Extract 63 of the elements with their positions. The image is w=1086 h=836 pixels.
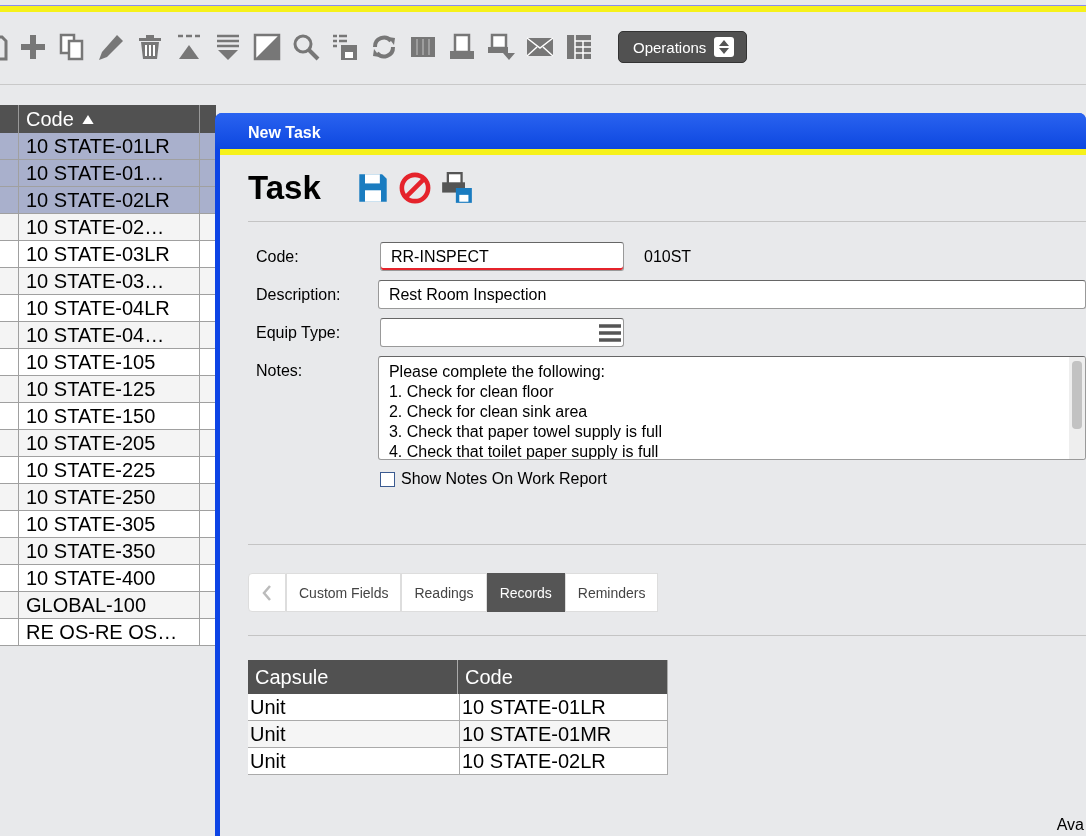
heading: Task xyxy=(248,169,321,207)
table-cell-text: 10 STATE-305 xyxy=(25,512,157,537)
field-label: Equip Type: xyxy=(256,323,342,342)
tab[interactable]: Reminders xyxy=(564,573,659,612)
tab[interactable]: Readings xyxy=(401,573,487,612)
table-cell-text: 10 STATE-125 xyxy=(25,377,157,402)
table-cell-text: 10 STATE-400 xyxy=(25,566,157,591)
status-text: Ava xyxy=(1056,816,1084,834)
table-cell: Unit xyxy=(248,748,460,774)
cancel-icon[interactable] xyxy=(398,172,431,204)
checkbox[interactable] xyxy=(380,471,395,487)
table-cell: Unit xyxy=(248,694,460,720)
table-cell-text: 10 STATE-02… xyxy=(25,215,166,240)
up-down-icon xyxy=(714,37,735,57)
table-cell-text: 10 STATE-350 xyxy=(25,539,157,564)
window-title: New Task xyxy=(215,113,1086,149)
lookup-field[interactable] xyxy=(380,318,624,347)
table-cell: 10 STATE-01MR xyxy=(460,721,668,747)
plus-icon[interactable] xyxy=(19,33,47,61)
menu-icon[interactable] xyxy=(599,322,621,343)
table-cell-text: GLOBAL-100 xyxy=(25,593,148,618)
copy-icon[interactable] xyxy=(58,33,86,61)
table-cell-text: 10 STATE-04LR xyxy=(25,296,171,321)
field-label: Notes: xyxy=(256,361,304,380)
list-save-icon[interactable] xyxy=(331,33,359,61)
square-diagonal-icon[interactable] xyxy=(253,33,281,61)
print-save-icon[interactable] xyxy=(440,172,473,204)
grid-icon[interactable] xyxy=(565,33,593,61)
table-cell-text: 10 STATE-225 xyxy=(25,458,157,483)
tab[interactable]: Custom Fields xyxy=(286,573,402,612)
arrow-up-line-icon[interactable] xyxy=(175,33,203,61)
table-cell-text: RE OS-RE OS… xyxy=(25,620,179,645)
table-cell: 10 STATE-02LR xyxy=(460,748,668,774)
table-cell-text: 10 STATE-02LR xyxy=(25,188,171,213)
refresh-icon[interactable] xyxy=(370,33,398,61)
table-cell-text: 10 STATE-01LR xyxy=(25,134,171,159)
printer-icon[interactable] xyxy=(448,33,476,61)
document-icon[interactable] xyxy=(0,33,8,61)
chevron-left-icon xyxy=(262,584,272,601)
table-cell: 10 STATE-01LR xyxy=(460,694,668,720)
table-cell-text: 10 STATE-04… xyxy=(25,323,166,348)
table-cell-text: 10 STATE-150 xyxy=(25,404,157,429)
table-cell: Unit xyxy=(248,721,460,747)
list-down-icon[interactable] xyxy=(214,33,242,61)
checkbox-label[interactable]: Show Notes On Work Report xyxy=(401,470,607,488)
input-field[interactable]: RR-INSPECT xyxy=(380,242,624,271)
table-cell-text: 10 STATE-205 xyxy=(25,431,157,456)
save-icon[interactable] xyxy=(356,172,389,204)
pencil-icon[interactable] xyxy=(97,33,125,61)
table-cell-text: 10 STATE-250 xyxy=(25,485,157,510)
field-label: Code: xyxy=(256,247,300,266)
operations-button[interactable]: Operations xyxy=(618,31,748,63)
field-note: 010ST xyxy=(644,247,692,266)
table-cell-text: 10 STATE-03… xyxy=(25,269,166,294)
table-cell-text: 10 STATE-03LR xyxy=(25,242,171,267)
tab[interactable]: Records xyxy=(486,573,565,612)
table-cell-text: 10 STATE-01… xyxy=(25,161,166,186)
field-label: Description: xyxy=(256,285,342,304)
printer-down-icon[interactable] xyxy=(487,33,515,61)
trash-icon[interactable] xyxy=(136,33,164,61)
table-cell-text: 10 STATE-105 xyxy=(25,350,157,375)
search-icon[interactable] xyxy=(292,33,320,61)
input-field[interactable]: Rest Room Inspection xyxy=(377,280,1086,309)
